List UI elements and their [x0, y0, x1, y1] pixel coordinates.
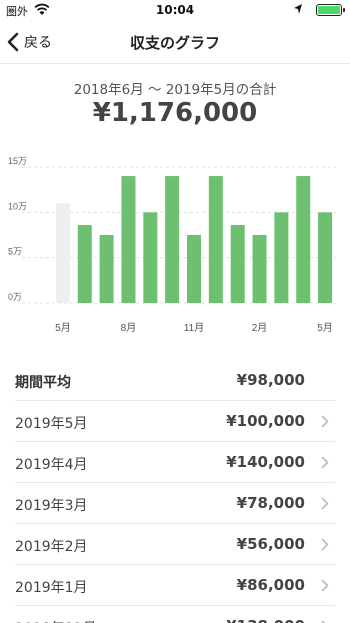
- month-amount: ¥140,000: [226, 453, 305, 471]
- y-tick-label: 15万: [8, 156, 27, 166]
- average-row: 期間平均 ¥98,000: [15, 360, 335, 401]
- battery-icon: [316, 4, 345, 16]
- bar[interactable]: [143, 212, 158, 303]
- status-bar: 圏外 10:04: [0, 0, 350, 20]
- x-tick-label: 5月: [55, 322, 71, 334]
- bar[interactable]: [165, 176, 180, 303]
- month-row[interactable]: 2019年1月 ¥86,000: [15, 565, 335, 606]
- x-tick-label: 8月: [121, 322, 137, 334]
- bar[interactable]: [99, 235, 114, 303]
- chevron-right-icon: [321, 415, 329, 428]
- monthly-list: 期間平均 ¥98,000 2019年5月 ¥100,000 2019年4月 ¥140,…: [15, 360, 335, 623]
- month-label: 2018年12月: [15, 618, 96, 623]
- month-label: 2019年4月: [15, 457, 88, 473]
- month-amount: ¥138,000: [226, 617, 305, 623]
- bar[interactable]: [296, 176, 311, 303]
- chevron-right-icon: [321, 538, 329, 551]
- average-label: 期間平均: [15, 375, 71, 391]
- month-label: 2019年1月: [15, 580, 88, 596]
- location-arrow-icon: [294, 4, 302, 14]
- month-label: 2019年2月: [15, 539, 88, 555]
- monthly-bar-chart: 0万 5万 10万 15万 5月 8月 11月 2月 5月: [8, 156, 336, 334]
- month-amount: ¥100,000: [226, 412, 305, 430]
- month-amount: ¥86,000: [236, 576, 305, 594]
- period-label: 2018年6月 〜 2019年5月の合計: [73, 82, 277, 98]
- bar[interactable]: [55, 203, 70, 303]
- x-tick-label: 5月: [317, 322, 333, 334]
- bar[interactable]: [274, 212, 289, 303]
- average-amount: ¥98,000: [236, 371, 305, 389]
- bar[interactable]: [230, 225, 245, 303]
- month-row[interactable]: 2018年12月 ¥138,000: [15, 606, 335, 623]
- chevron-right-icon: [321, 497, 329, 510]
- page-title: 収支のグラフ: [129, 34, 220, 52]
- bar[interactable]: [77, 225, 92, 303]
- month-row[interactable]: 2019年4月 ¥140,000: [15, 442, 335, 483]
- bar[interactable]: [318, 212, 333, 303]
- month-row[interactable]: 2019年3月 ¥78,000: [15, 483, 335, 524]
- x-tick-label: 11月: [184, 322, 204, 334]
- month-row[interactable]: 2019年5月 ¥100,000: [15, 401, 335, 442]
- y-tick-label: 5万: [8, 247, 22, 257]
- x-tick-label: 2月: [252, 322, 268, 334]
- total-amount: ¥1,176,000: [92, 98, 258, 128]
- bar[interactable]: [187, 235, 201, 303]
- bar[interactable]: [121, 176, 136, 303]
- month-label: 2019年3月: [15, 498, 88, 514]
- chevron-right-icon: [321, 579, 329, 592]
- month-amount: ¥78,000: [236, 494, 305, 512]
- y-tick-label: 10万: [8, 201, 27, 211]
- bar[interactable]: [252, 235, 267, 303]
- chevron-right-icon: [321, 456, 329, 469]
- navigation-bar: 戻る 収支のグラフ: [0, 20, 350, 64]
- month-row[interactable]: 2019年2月 ¥56,000: [15, 524, 335, 565]
- month-amount: ¥56,000: [236, 535, 305, 553]
- y-tick-label: 0万: [8, 292, 22, 302]
- bar[interactable]: [208, 176, 223, 303]
- month-label: 2019年5月: [15, 416, 88, 432]
